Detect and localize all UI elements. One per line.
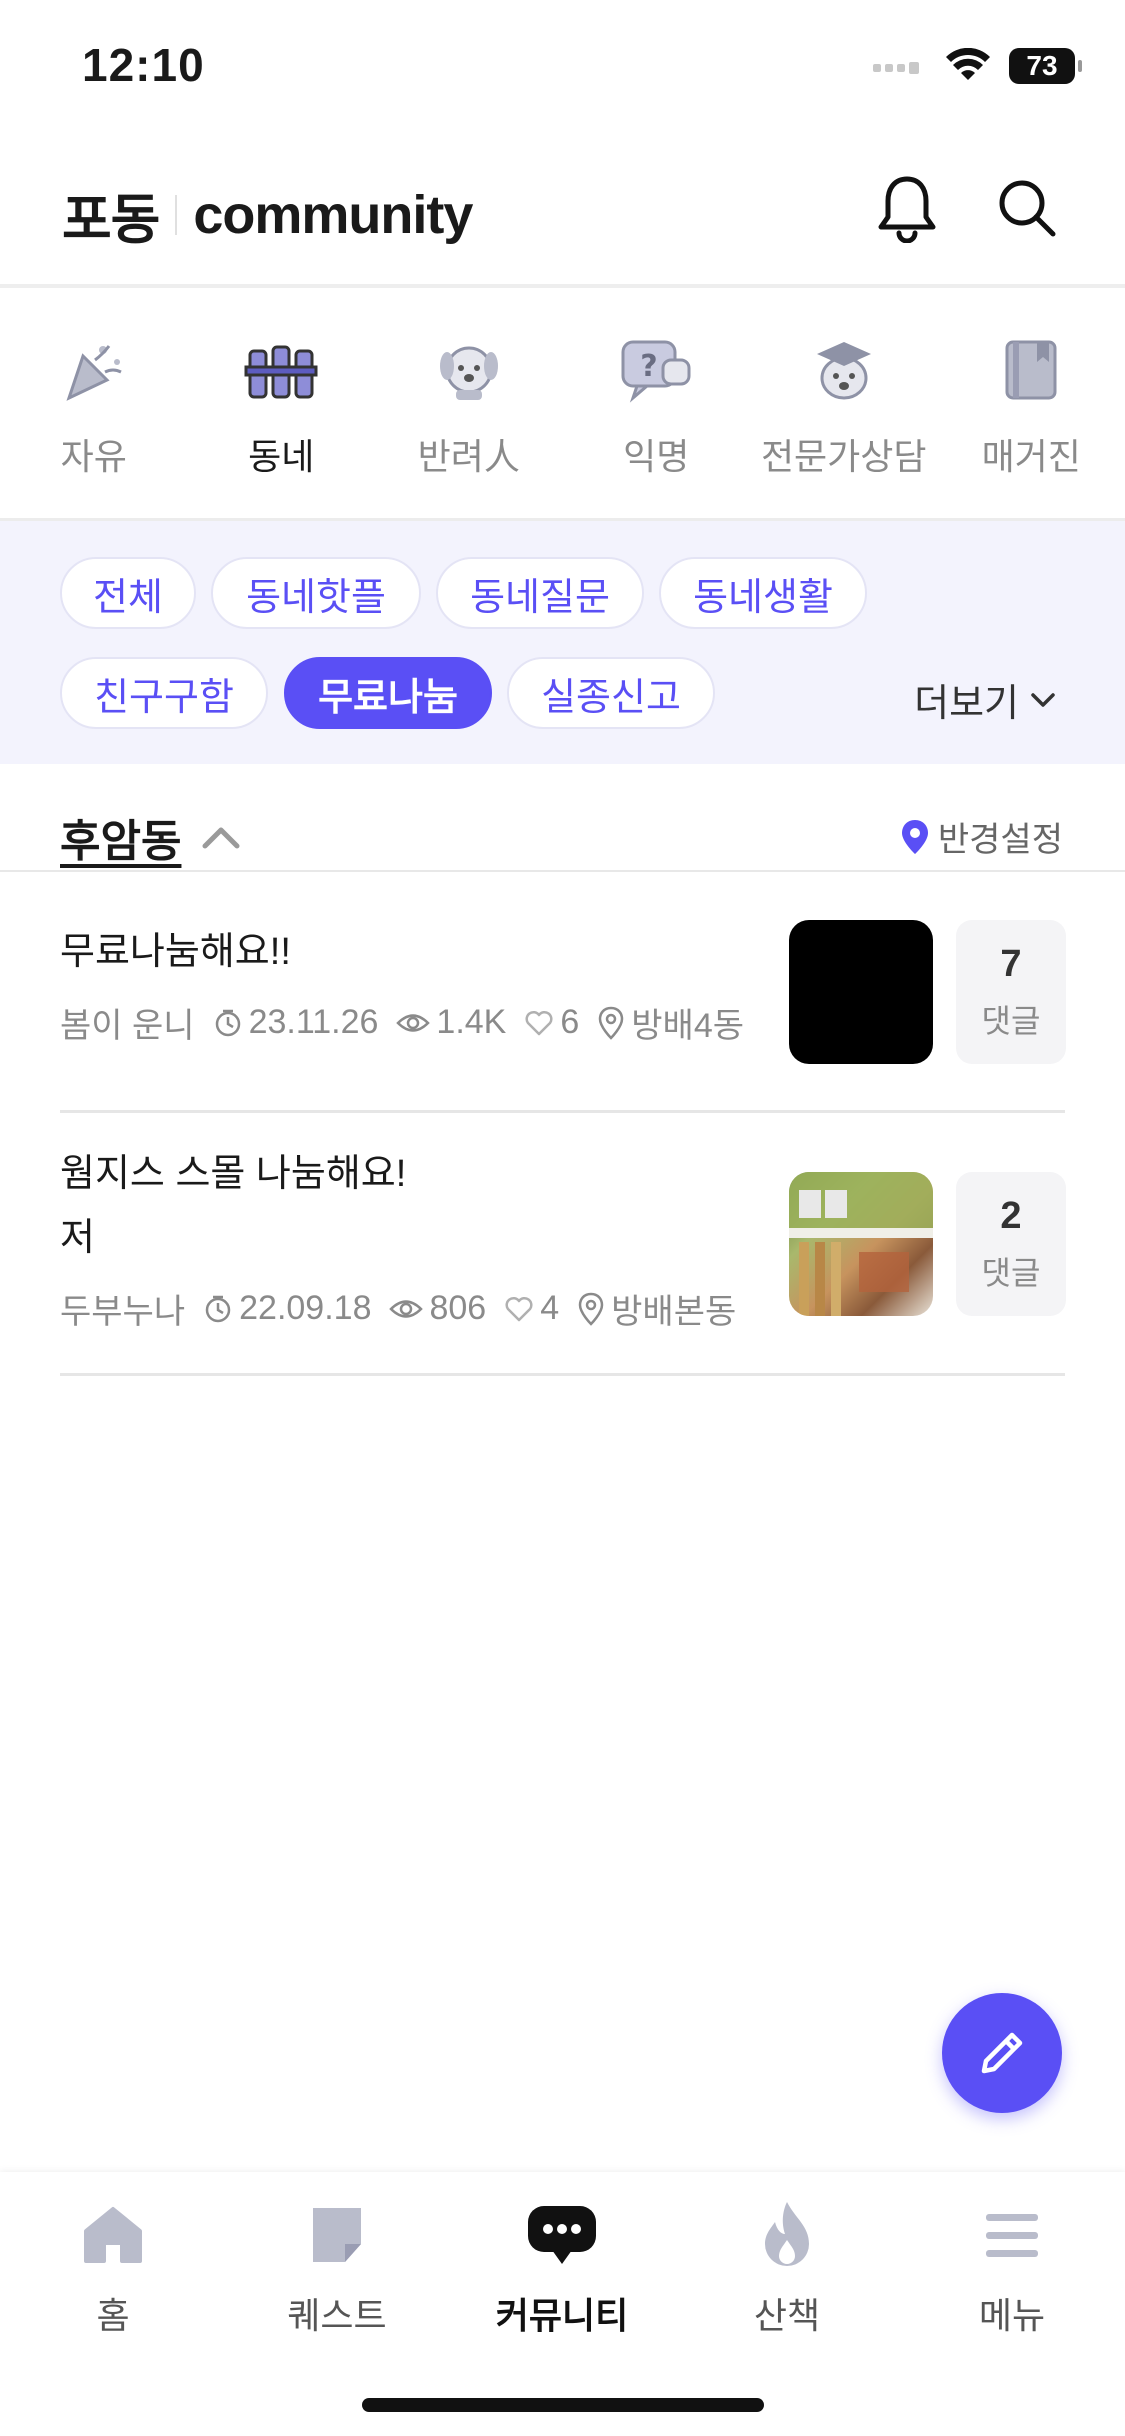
clock-icon bbox=[215, 1009, 240, 1036]
post-views: 1.4K bbox=[436, 1003, 507, 1041]
chip-hot-places[interactable]: 동네핫플 bbox=[211, 557, 421, 629]
more-dropdown[interactable]: 더보기 bbox=[914, 672, 1057, 727]
heart-icon bbox=[525, 1010, 553, 1035]
post-location: 방배본동 bbox=[611, 1293, 737, 1331]
more-label: 더보기 bbox=[914, 683, 1019, 725]
status-icons: 73 bbox=[873, 48, 1082, 84]
brand-kr: 포동 bbox=[62, 190, 160, 250]
brand-separator bbox=[175, 194, 178, 235]
signal-icon bbox=[873, 62, 919, 74]
location-pin-outline-icon bbox=[578, 1292, 604, 1326]
comment-label: 댓글 bbox=[981, 1254, 1041, 1291]
party-popper-icon bbox=[52, 330, 136, 412]
post-location: 방배4동 bbox=[631, 1007, 745, 1045]
post-likes: 6 bbox=[560, 1003, 580, 1041]
wifi-icon bbox=[946, 48, 990, 80]
chevron-down-icon bbox=[1031, 692, 1055, 707]
bell-icon bbox=[878, 176, 936, 243]
post-likes: 4 bbox=[540, 1289, 560, 1327]
svg-text:?: ? bbox=[641, 349, 658, 384]
write-post-button[interactable] bbox=[942, 1993, 1062, 2113]
category-magazine[interactable]: 매거진 bbox=[938, 330, 1125, 480]
tab-label: 퀘스트 bbox=[287, 2295, 387, 2336]
post-thumbnail bbox=[789, 920, 933, 1064]
clock-icon bbox=[205, 1295, 231, 1322]
comment-count: 2 bbox=[1000, 1194, 1022, 1237]
post-divider bbox=[60, 1110, 1065, 1113]
heart-icon bbox=[505, 1296, 533, 1321]
book-icon bbox=[989, 330, 1073, 412]
comment-count-box: 7 댓글 bbox=[956, 920, 1066, 1064]
chip-daily-life[interactable]: 동네생활 bbox=[659, 557, 867, 629]
home-icon bbox=[73, 2195, 153, 2275]
category-label: 매거진 bbox=[981, 436, 1081, 477]
tab-community[interactable]: 커뮤니티 bbox=[462, 2195, 662, 2339]
category-label: 반려人 bbox=[417, 436, 520, 477]
post-author: 봄이 운니 bbox=[60, 1007, 195, 1045]
region-name: 후암동 bbox=[60, 817, 182, 866]
home-indicator bbox=[362, 2398, 764, 2412]
chip-find-friends[interactable]: 친구구함 bbox=[60, 657, 268, 729]
dog-icon bbox=[427, 330, 511, 412]
category-nav: 자유 동네 반려人 ? 익명 전문가상담 매거진 bbox=[0, 330, 1125, 480]
chip-missing-report[interactable]: 실종신고 bbox=[507, 657, 715, 729]
post-date: 23.11.26 bbox=[248, 1003, 379, 1041]
status-time: 12:10 bbox=[82, 39, 205, 91]
chip-questions[interactable]: 동네질문 bbox=[436, 557, 644, 629]
chip-all[interactable]: 전체 bbox=[60, 557, 196, 629]
post-date: 22.09.18 bbox=[239, 1289, 372, 1327]
post-divider bbox=[60, 1373, 1065, 1376]
tab-label: 산책 bbox=[753, 2295, 821, 2336]
chip-free-sharing[interactable]: 무료나눔 bbox=[284, 657, 492, 729]
hamburger-menu-icon bbox=[972, 2195, 1052, 2275]
battery-indicator: 73 bbox=[1009, 48, 1082, 84]
app-logo: 포동 community bbox=[62, 175, 473, 254]
tab-quest[interactable]: 퀘스트 bbox=[237, 2195, 437, 2339]
category-neighborhood[interactable]: 동네 bbox=[188, 330, 376, 480]
tab-walk[interactable]: 산책 bbox=[687, 2195, 887, 2339]
region-selector[interactable]: 후암동 bbox=[60, 805, 241, 869]
brand-en: community bbox=[193, 184, 473, 245]
radius-label: 반경설정 bbox=[937, 821, 1063, 859]
tab-label: 홈 bbox=[96, 2295, 130, 2336]
category-anonymous[interactable]: ? 익명 bbox=[563, 330, 751, 480]
category-label: 전문가상담 bbox=[760, 436, 927, 477]
post-author: 두부누나 bbox=[60, 1293, 186, 1331]
category-label: 익명 bbox=[623, 436, 690, 477]
note-icon bbox=[297, 2195, 377, 2275]
category-free[interactable]: 자유 bbox=[0, 330, 188, 480]
flame-icon bbox=[747, 2195, 827, 2275]
region-divider bbox=[0, 870, 1125, 872]
pencil-icon bbox=[981, 2032, 1023, 2074]
chat-bubble-icon bbox=[522, 2195, 602, 2275]
search-button[interactable] bbox=[987, 168, 1067, 248]
tab-label: 커뮤니티 bbox=[495, 2295, 629, 2336]
chevron-up-icon bbox=[202, 827, 240, 849]
comment-label: 댓글 bbox=[981, 1002, 1041, 1039]
category-label: 자유 bbox=[60, 436, 127, 477]
location-pin-icon bbox=[901, 819, 928, 854]
comment-count-box: 2 댓글 bbox=[956, 1172, 1066, 1316]
eye-icon bbox=[389, 1299, 424, 1318]
post-thumbnail bbox=[789, 1172, 933, 1316]
comment-count: 7 bbox=[1000, 942, 1022, 985]
search-icon bbox=[999, 180, 1056, 237]
question-bubble-icon: ? bbox=[614, 330, 698, 412]
category-label: 동네 bbox=[248, 436, 315, 477]
graduate-dog-icon bbox=[802, 330, 886, 412]
notification-button[interactable] bbox=[867, 168, 947, 248]
header-divider bbox=[0, 284, 1125, 288]
post-views: 806 bbox=[429, 1289, 487, 1327]
tab-label: 메뉴 bbox=[978, 2295, 1046, 2336]
tab-home[interactable]: 홈 bbox=[13, 2195, 213, 2339]
eye-icon bbox=[396, 1013, 431, 1032]
fence-icon bbox=[239, 330, 323, 412]
radius-setting-button[interactable]: 반경설정 bbox=[900, 812, 1063, 861]
tab-menu[interactable]: 메뉴 bbox=[912, 2195, 1112, 2339]
category-expert[interactable]: 전문가상담 bbox=[750, 330, 938, 480]
category-pets[interactable]: 반려人 bbox=[375, 330, 563, 480]
location-pin-outline-icon bbox=[599, 1006, 624, 1040]
